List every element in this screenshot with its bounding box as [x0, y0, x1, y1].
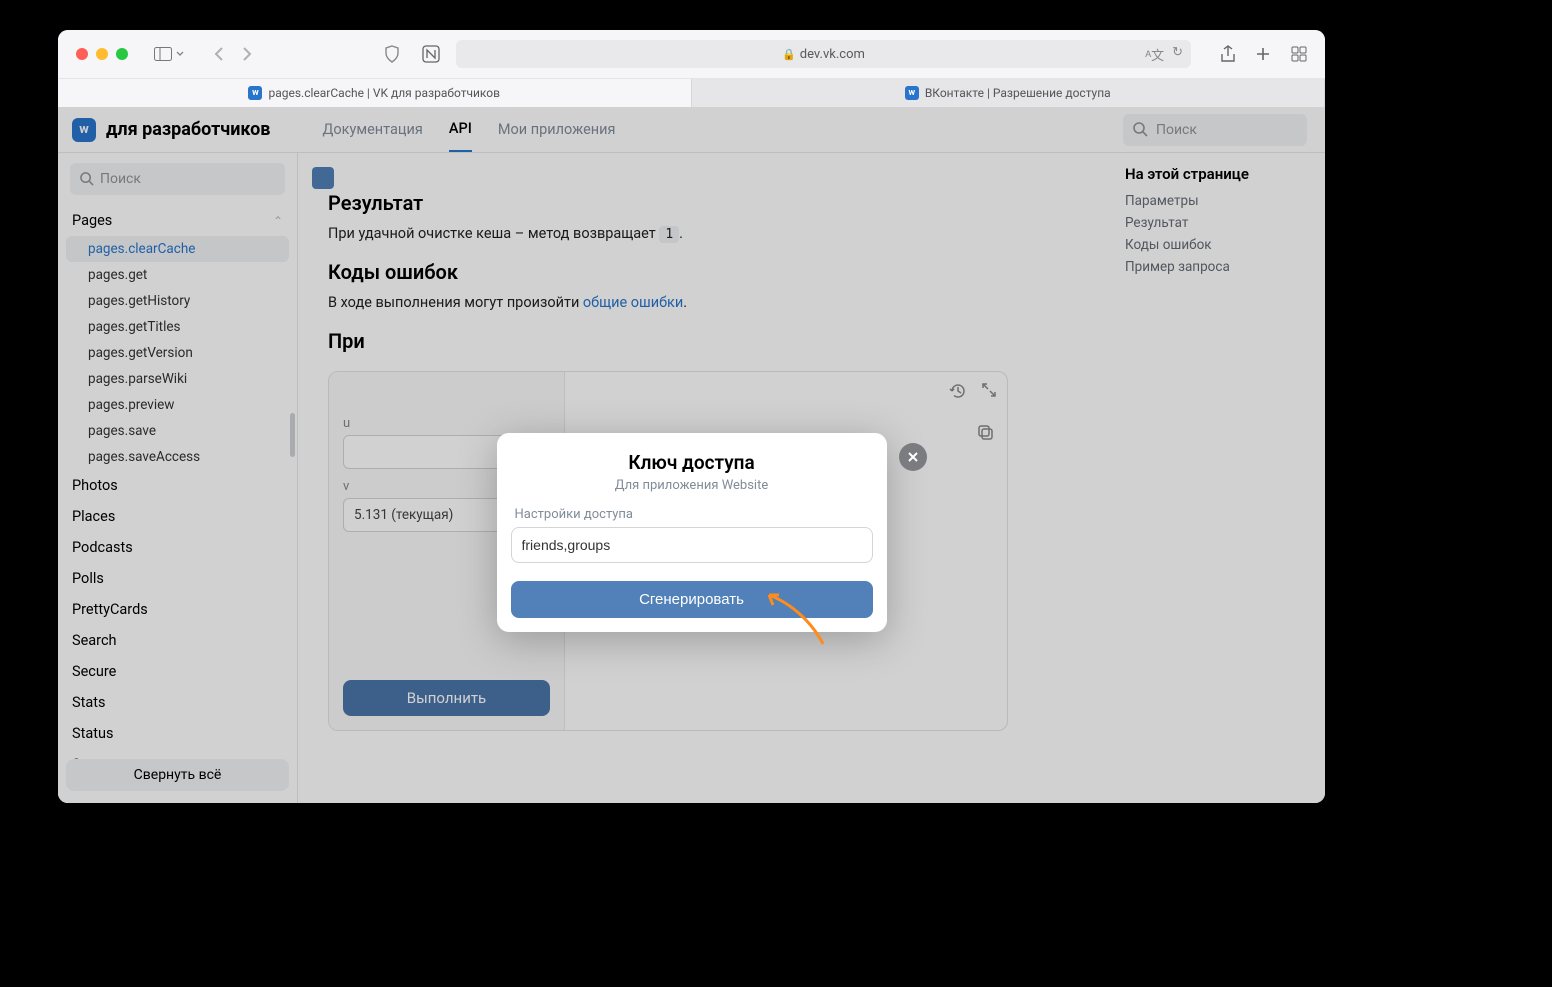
vk-favicon-icon: w	[905, 86, 919, 100]
modal-settings-label: Настройки доступа	[511, 507, 873, 522]
app-root: w для разработчиков Документация API Мои…	[58, 107, 1325, 803]
lock-icon: 🔒	[782, 48, 796, 61]
notion-extension-icon[interactable]	[422, 45, 440, 63]
translate-icon[interactable]: ᴬ文	[1145, 45, 1164, 64]
maximize-window-button[interactable]	[116, 48, 128, 60]
browser-tab-0[interactable]: w pages.clearCache | VK для разработчико…	[58, 79, 692, 107]
reload-icon[interactable]: ↻	[1172, 45, 1183, 64]
browser-tab-title: pages.clearCache | VK для разработчиков	[268, 86, 500, 100]
window-controls	[76, 48, 128, 60]
tab-overview-icon[interactable]	[1291, 45, 1307, 63]
safari-toolbar: 🔒 dev.vk.com ᴬ文 ↻	[58, 30, 1325, 79]
vk-favicon-icon: w	[248, 86, 262, 100]
access-token-modal: Ключ доступа Для приложения Website Наст…	[497, 433, 887, 632]
browser-window: 🔒 dev.vk.com ᴬ文 ↻ w pages.clearCache | V…	[58, 30, 1325, 803]
sidebar-toggle-button[interactable]	[154, 47, 184, 61]
close-icon	[907, 451, 919, 463]
chevron-down-icon	[176, 51, 184, 57]
browser-tabstrip: w pages.clearCache | VK для разработчико…	[58, 79, 1325, 107]
browser-tab-title: ВКонтакте | Разрешение доступа	[925, 86, 1111, 100]
shield-icon[interactable]	[384, 45, 400, 63]
generate-button[interactable]: Сгенерировать	[511, 581, 873, 618]
access-scopes-input[interactable]	[511, 527, 873, 563]
url-bar[interactable]: 🔒 dev.vk.com ᴬ文 ↻	[456, 40, 1191, 68]
back-button[interactable]	[214, 46, 224, 62]
browser-tab-1[interactable]: w ВКонтакте | Разрешение доступа	[692, 79, 1326, 107]
share-icon[interactable]	[1221, 45, 1235, 63]
minimize-window-button[interactable]	[96, 48, 108, 60]
url-host: dev.vk.com	[800, 47, 865, 62]
close-window-button[interactable]	[76, 48, 88, 60]
modal-title: Ключ доступа	[511, 451, 873, 474]
new-tab-icon[interactable]	[1255, 45, 1271, 63]
modal-close-button[interactable]	[899, 443, 927, 471]
forward-button[interactable]	[242, 46, 252, 62]
modal-subtitle: Для приложения Website	[511, 478, 873, 493]
